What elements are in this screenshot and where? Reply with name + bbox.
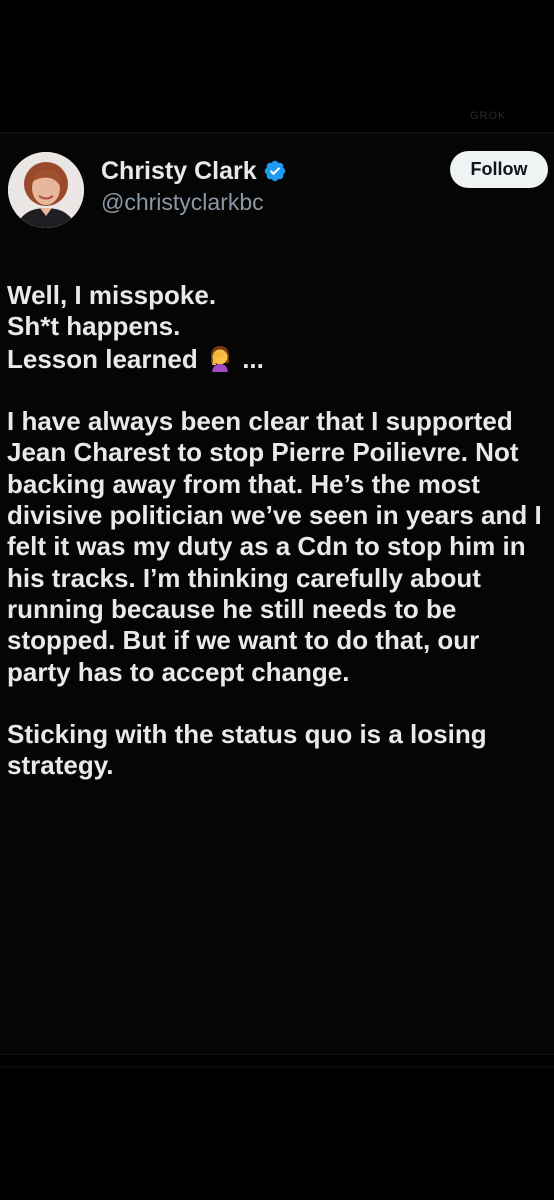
tweet-line-1: Well, I misspoke. (7, 280, 217, 310)
divider-bottom-2 (0, 1066, 554, 1068)
faint-label: GROK (470, 110, 507, 122)
tweet-line-3-text: Lesson learned (7, 343, 198, 374)
tweet-line-2: Sh*t happens. (7, 311, 181, 342)
profile-photo-icon (8, 152, 84, 228)
user-handle[interactable]: @christyclarkbc (101, 189, 264, 216)
tweet-line-3-tail: ... (234, 343, 264, 374)
name-row: Christy Clark (101, 154, 287, 188)
display-name[interactable]: Christy Clark (101, 157, 257, 186)
tweet-card: Christy Clark @christyclarkbc Follow Wel… (0, 134, 554, 1054)
tweet-paragraph-3: Sticking with the status quo is a losing… (7, 719, 487, 781)
woman-facepalming-icon (210, 345, 229, 372)
divider-bottom (0, 1054, 554, 1055)
tweet-line-3: Lesson learned ... (7, 343, 547, 375)
tweet-body: Well, I misspoke. Sh*t happens. Lesson l… (7, 280, 547, 782)
verified-badge-icon (264, 160, 285, 182)
avatar[interactable] (8, 152, 84, 228)
follow-button[interactable]: Follow (450, 151, 548, 188)
tweet-paragraph-2: I have always been clear that I supporte… (7, 406, 542, 687)
